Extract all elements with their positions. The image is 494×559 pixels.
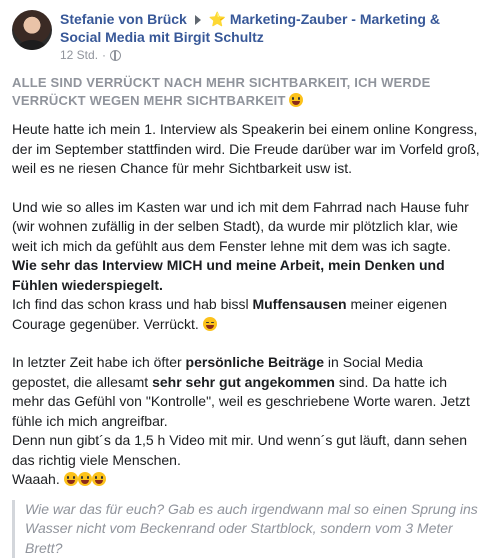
post: Stefanie von Brück ⭐ Marketing-Zauber - … [0,0,494,559]
paragraph: Heute hatte ich mein 1. Interview als Sp… [12,121,480,176]
bold-text: Muffensausen [252,296,347,312]
smiling-emoji-icon [202,316,217,331]
bold-text: persönliche Beiträge [185,354,325,370]
timestamp[interactable]: 12 Std. [60,48,98,62]
grinning-emoji-icon [91,472,106,486]
post-meta: 12 Std. · [60,48,482,62]
post-body: Heute hatte ich mein 1. Interview als Sp… [12,120,482,558]
paragraph: Und wie so alles im Kasten war und ich m… [12,198,469,332]
quote-block: Wie war das für euch? Gab es auch irgend… [12,499,482,558]
author-name[interactable]: Stefanie von Brück [60,11,187,27]
grinning-emoji-icon [77,472,92,486]
header-text: Stefanie von Brück ⭐ Marketing-Zauber - … [60,10,482,62]
author-line: Stefanie von Brück ⭐ Marketing-Zauber - … [60,10,482,46]
paragraph: In letzter Zeit habe ich öfter persönlic… [12,354,470,487]
avatar[interactable] [12,10,52,50]
bold-text: sehr sehr gut angekommen [152,373,335,390]
grinning-emoji-icon [63,472,78,486]
globe-icon[interactable] [110,49,122,61]
bold-text: Wie sehr das Interview MICH und meine Ar… [12,257,445,293]
post-title: ALLE SIND VERRÜCKT NACH MEHR SICHTBARKEI… [12,75,431,108]
arrow-right-icon [194,15,201,26]
post-header: Stefanie von Brück ⭐ Marketing-Zauber - … [12,10,482,62]
grinning-emoji-icon [289,93,304,107]
